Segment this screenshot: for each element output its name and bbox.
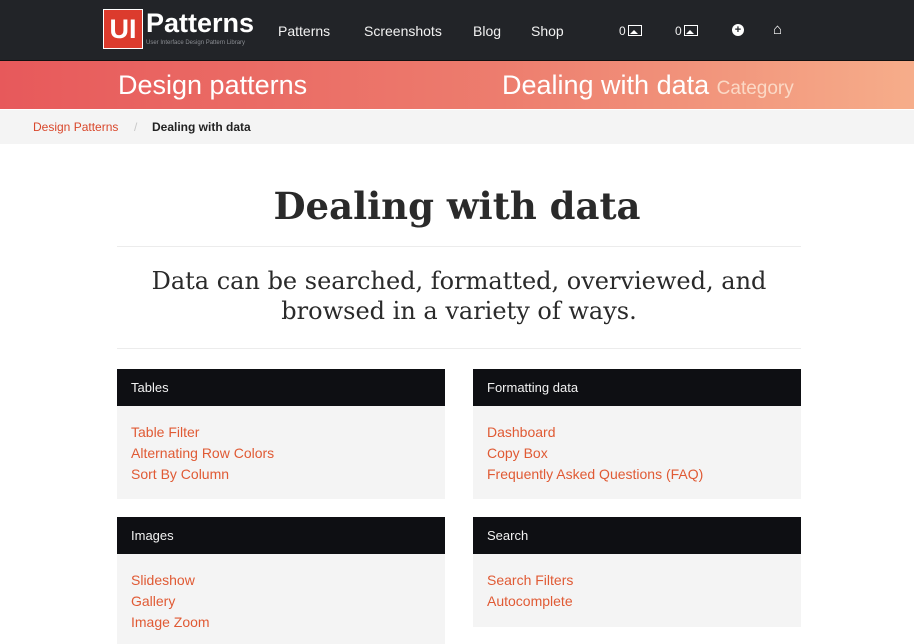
link-table-filter[interactable]: Table Filter [131, 422, 431, 443]
link-search-filters[interactable]: Search Filters [487, 570, 787, 591]
panel-search-links: Search Filters Autocomplete [473, 554, 801, 612]
breadcrumb-current: Dealing with data [152, 120, 251, 134]
panel-search: Search Search Filters Autocomplete [473, 517, 801, 627]
panel-images-title: Images [117, 517, 445, 554]
counter-a-value: 0 [619, 24, 626, 38]
link-gallery[interactable]: Gallery [131, 591, 431, 612]
banner-category-suffix: Category [716, 78, 794, 99]
collection-counter-a[interactable]: 0 [619, 23, 642, 39]
counter-b-value: 0 [675, 24, 682, 38]
breadcrumb-separator: / [134, 120, 138, 134]
banner-section-title: Design patterns [118, 70, 308, 100]
image-icon [683, 25, 698, 36]
page-title: Dealing with data [273, 184, 641, 228]
link-slideshow[interactable]: Slideshow [131, 570, 431, 591]
nav-blog-link[interactable]: Blog [473, 22, 501, 40]
panel-formatting-data: Formatting data Dashboard Copy Box Frequ… [473, 369, 801, 499]
link-copy-box[interactable]: Copy Box [487, 443, 787, 464]
logo-mark[interactable]: UI [103, 9, 143, 49]
breadcrumb-design-patterns-link[interactable]: Design Patterns [33, 120, 118, 135]
collection-counter-b[interactable]: 0 [675, 23, 698, 39]
panel-tables: Tables Table Filter Alternating Row Colo… [117, 369, 445, 499]
link-image-zoom[interactable]: Image Zoom [131, 612, 431, 633]
panel-tables-links: Table Filter Alternating Row Colors Sort… [117, 406, 445, 485]
banner-category-title: Dealing with data Category [502, 69, 794, 105]
link-alternating-row-colors[interactable]: Alternating Row Colors [131, 443, 431, 464]
banner-category-name: Dealing with data [502, 70, 710, 100]
panel-tables-title: Tables [117, 369, 445, 406]
panel-formatting-data-title: Formatting data [473, 369, 801, 406]
link-dashboard[interactable]: Dashboard [487, 422, 787, 443]
page-lead: Data can be searched, formatted, overvie… [151, 267, 767, 325]
top-navbar: UI Patterns User Interface Design Patter… [0, 0, 914, 61]
logo-tagline: User Interface Design Pattern Library [146, 40, 246, 46]
panel-images: Images Slideshow Gallery Image Zoom [117, 517, 445, 644]
image-icon [627, 25, 642, 36]
breadcrumb: Design Patterns / Dealing with data [0, 110, 914, 144]
nav-patterns-link[interactable]: Patterns [278, 22, 330, 40]
panel-images-links: Slideshow Gallery Image Zoom [117, 554, 445, 633]
logo-text[interactable]: Patterns [146, 7, 254, 39]
panel-search-title: Search [473, 517, 801, 554]
nav-screenshots-link[interactable]: Screenshots [364, 22, 442, 40]
panel-formatting-data-links: Dashboard Copy Box Frequently Asked Ques… [473, 406, 801, 485]
link-autocomplete[interactable]: Autocomplete [487, 591, 787, 612]
plus-circle-icon[interactable]: + [732, 24, 744, 36]
home-icon[interactable]: ⌂ [773, 21, 782, 39]
nav-shop-link[interactable]: Shop [531, 22, 564, 40]
category-banner: Design patterns Dealing with data Catego… [0, 61, 914, 109]
lead-divider [117, 348, 801, 349]
link-sort-by-column[interactable]: Sort By Column [131, 464, 431, 485]
title-divider [117, 246, 801, 247]
link-faq[interactable]: Frequently Asked Questions (FAQ) [487, 464, 787, 485]
